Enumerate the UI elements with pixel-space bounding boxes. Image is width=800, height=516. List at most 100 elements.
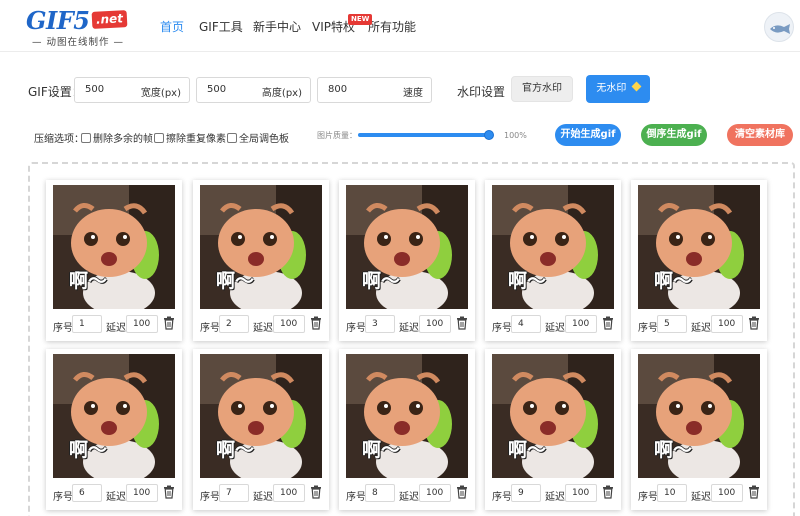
index-input[interactable]: 9 <box>511 484 541 502</box>
option-label: 删除多余的帧 <box>93 134 153 145</box>
speed-value: 800 <box>328 84 348 95</box>
delay-value: 100 <box>572 319 590 329</box>
reverse-generate-label: 倒序生成gif <box>646 129 702 140</box>
index-value: 5 <box>664 319 670 329</box>
index-input[interactable]: 2 <box>219 315 249 333</box>
index-label: 序号 <box>346 323 366 334</box>
index-input[interactable]: 8 <box>365 484 395 502</box>
trash-icon[interactable] <box>602 485 614 499</box>
delay-input[interactable]: 100 <box>565 484 597 502</box>
option-label: 擦除重复像素 <box>166 134 226 145</box>
frame-caption: 啊～ <box>362 270 401 292</box>
logo-tld-badge: .net <box>91 10 128 29</box>
index-label: 序号 <box>53 492 73 503</box>
nav-gif-tools[interactable]: GIF工具 <box>199 18 243 35</box>
frame-caption: 啊～ <box>362 439 401 461</box>
index-label: 序号 <box>492 323 512 334</box>
trash-icon[interactable] <box>163 316 175 330</box>
delay-label: 延迟 <box>691 492 711 503</box>
option-label: 全局调色板 <box>239 134 289 145</box>
delay-value: 100 <box>718 488 736 498</box>
height-value: 500 <box>207 84 227 95</box>
checkbox[interactable] <box>81 132 91 143</box>
reverse-generate-button[interactable]: 倒序生成gif <box>641 124 707 146</box>
delay-input[interactable]: 100 <box>565 315 597 333</box>
nav-beginner-center[interactable]: 新手中心 <box>253 18 301 35</box>
no-watermark-label: 无水印 <box>596 83 627 94</box>
index-input[interactable]: 7 <box>219 484 249 502</box>
nav-all-features[interactable]: 所有功能 <box>368 18 416 35</box>
frame-card[interactable]: 啊～ 序号 2 延迟 100 <box>193 180 329 341</box>
checkbox[interactable] <box>227 132 237 143</box>
trash-icon[interactable] <box>456 485 468 499</box>
option-remove-frames[interactable]: 删除多余的帧 <box>81 130 153 145</box>
delay-value: 100 <box>133 488 151 498</box>
delay-label: 延迟 <box>691 323 711 334</box>
index-label: 序号 <box>200 323 220 334</box>
index-value: 7 <box>226 488 232 498</box>
frame-card[interactable]: 啊～ 序号 10 延迟 100 <box>631 349 767 510</box>
clear-library-button[interactable]: 清空素材库 <box>727 124 793 146</box>
diamond-icon <box>631 81 642 92</box>
checkbox[interactable] <box>154 132 164 143</box>
frame-controls: 序号 3 延迟 100 <box>345 314 471 336</box>
height-unit: 高度(px) <box>261 88 302 99</box>
index-input[interactable]: 5 <box>657 315 687 333</box>
delay-label: 延迟 <box>106 492 126 503</box>
width-field[interactable]: 500 宽度(px) <box>74 77 190 103</box>
frame-controls: 序号 1 延迟 100 <box>52 314 178 336</box>
frame-card[interactable]: 啊～ 序号 7 延迟 100 <box>193 349 329 510</box>
frame-thumbnail: 啊～ <box>492 185 614 309</box>
official-watermark-button[interactable]: 官方水印 <box>511 76 573 102</box>
delay-input[interactable]: 100 <box>273 484 305 502</box>
delay-input[interactable]: 100 <box>419 484 451 502</box>
option-global-palette[interactable]: 全局调色板 <box>227 130 289 145</box>
frame-card[interactable]: 啊～ 序号 6 延迟 100 <box>46 349 182 510</box>
quality-label: 图片质量： <box>317 131 357 140</box>
index-label: 序号 <box>200 492 220 503</box>
frame-card[interactable]: 啊～ 序号 5 延迟 100 <box>631 180 767 341</box>
delay-label: 延迟 <box>399 492 419 503</box>
start-generate-button[interactable]: 开始生成gif <box>555 124 621 146</box>
delay-value: 100 <box>280 488 298 498</box>
delay-input[interactable]: 100 <box>711 484 743 502</box>
frame-controls: 序号 7 延迟 100 <box>199 483 325 505</box>
nav-home[interactable]: 首页 <box>160 18 184 35</box>
no-watermark-button[interactable]: 无水印 <box>586 75 650 103</box>
quality-slider-track[interactable] <box>358 133 490 137</box>
avatar[interactable] <box>764 12 794 42</box>
index-input[interactable]: 6 <box>72 484 102 502</box>
frame-card[interactable]: 啊～ 序号 8 延迟 100 <box>339 349 475 510</box>
trash-icon[interactable] <box>310 485 322 499</box>
frame-card[interactable]: 啊～ 序号 3 延迟 100 <box>339 180 475 341</box>
trash-icon[interactable] <box>456 316 468 330</box>
trash-icon[interactable] <box>748 316 760 330</box>
index-input[interactable]: 4 <box>511 315 541 333</box>
frame-thumbnail: 啊～ <box>346 185 468 309</box>
quality-slider-handle[interactable] <box>484 130 494 140</box>
width-unit: 宽度(px) <box>140 88 181 99</box>
frame-thumbnail: 啊～ <box>200 354 322 478</box>
trash-icon[interactable] <box>310 316 322 330</box>
delay-input[interactable]: 100 <box>273 315 305 333</box>
speed-field[interactable]: 800 速度 <box>317 77 432 103</box>
delay-input[interactable]: 100 <box>126 315 158 333</box>
trash-icon[interactable] <box>163 485 175 499</box>
height-field[interactable]: 500 高度(px) <box>196 77 311 103</box>
trash-icon[interactable] <box>602 316 614 330</box>
index-label: 序号 <box>492 492 512 503</box>
option-erase-duplicate-pixels[interactable]: 擦除重复像素 <box>154 130 226 145</box>
frame-thumbnail: 啊～ <box>638 185 760 309</box>
delay-input[interactable]: 100 <box>126 484 158 502</box>
frame-card[interactable]: 啊～ 序号 4 延迟 100 <box>485 180 621 341</box>
index-input[interactable]: 1 <box>72 315 102 333</box>
speed-unit: 速度 <box>403 88 423 99</box>
delay-input[interactable]: 100 <box>419 315 451 333</box>
index-input[interactable]: 3 <box>365 315 395 333</box>
frame-card[interactable]: 啊～ 序号 1 延迟 100 <box>46 180 182 341</box>
trash-icon[interactable] <box>748 485 760 499</box>
delay-input[interactable]: 100 <box>711 315 743 333</box>
site-logo[interactable]: GIF5 .net — 动图在线制作 — <box>26 7 130 48</box>
frame-card[interactable]: 啊～ 序号 9 延迟 100 <box>485 349 621 510</box>
index-input[interactable]: 10 <box>657 484 687 502</box>
